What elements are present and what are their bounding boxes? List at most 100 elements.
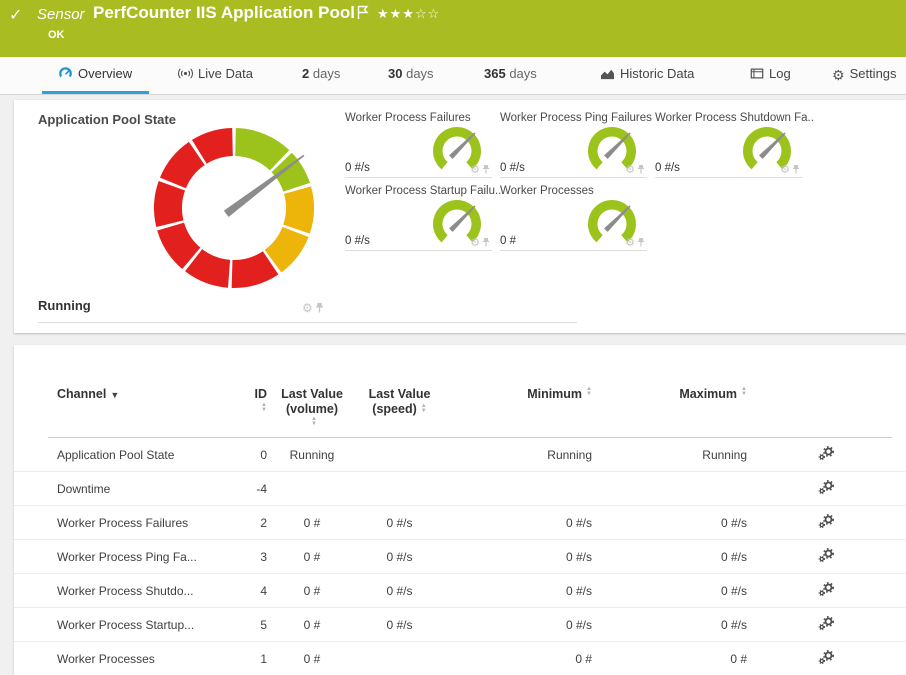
cell-last-speed: 0 #/s — [357, 618, 442, 632]
col-header-channel[interactable]: Channel▼ — [57, 387, 247, 401]
gear-icon[interactable]: ⚙ — [625, 164, 635, 176]
table-row[interactable]: Worker Process Ping Fa...30 #0 #/s0 #/s0… — [14, 540, 906, 574]
sort-caret-icon: ▼ — [110, 390, 119, 400]
channel-settings-gears-icon[interactable] — [818, 552, 835, 566]
channel-settings-gears-icon[interactable] — [818, 484, 835, 498]
cell-maximum: 0 #/s — [592, 516, 747, 530]
sensor-status-bar: ✓ Sensor PerfCounter IIS Application Poo… — [0, 0, 906, 57]
gauge-tile-icons: ⚙ — [470, 237, 490, 249]
table-row[interactable]: Worker Process Startup...50 #0 #/s0 #/s0… — [14, 608, 906, 642]
gear-icon[interactable]: ⚙ — [470, 164, 480, 176]
tab-historic-data[interactable]: Historic Data — [600, 66, 694, 83]
cell-channel: Worker Process Startup... — [57, 618, 247, 632]
channel-settings-gears-icon[interactable] — [818, 518, 835, 532]
cell-last-volume: 0 # — [267, 652, 357, 666]
gear-icon[interactable]: ⚙ — [780, 164, 790, 176]
gear-icon: ⚙ — [832, 67, 845, 84]
table-row[interactable]: Application Pool State0RunningRunningRun… — [14, 438, 906, 472]
channel-table-card: Channel▼ ID▲▼ Last Value(volume)▲▼ Last … — [14, 345, 906, 675]
table-row[interactable]: Worker Processes10 #0 #0 # — [14, 642, 906, 675]
tab-live-data[interactable]: Live Data — [178, 66, 253, 83]
area-chart-icon — [600, 67, 615, 83]
sort-icon: ▲▼ — [421, 404, 427, 414]
tab-30-days-label: days — [406, 66, 433, 81]
col-header-maximum[interactable]: Maximum▲▼ — [592, 387, 747, 401]
gauge-tile-value: 0 #/s — [345, 162, 370, 174]
gauge-segment-yellow — [283, 186, 314, 233]
pin-icon[interactable] — [635, 237, 645, 249]
gauge-tile-icons: ⚙ — [470, 164, 490, 176]
gauge-tile-title: Worker Processes — [500, 185, 594, 197]
gauge-tile-0[interactable]: Worker Process Failures0 #/s⚙ — [345, 112, 492, 178]
gear-icon[interactable]: ⚙ — [302, 301, 313, 315]
table-row[interactable]: Worker Process Shutdo...40 #0 #/s0 #/s0 … — [14, 574, 906, 608]
cell-channel: Worker Process Ping Fa... — [57, 550, 247, 564]
tab-overview[interactable]: Overview — [58, 66, 132, 83]
col-header-minimum[interactable]: Minimum▲▼ — [442, 387, 592, 401]
cell-maximum: Running — [592, 448, 747, 462]
sort-icon: ▲▼ — [741, 387, 747, 397]
gauge-tile-value: 0 #/s — [345, 235, 370, 247]
channel-settings-gears-icon[interactable] — [818, 620, 835, 634]
col-header-id[interactable]: ID▲▼ — [247, 387, 267, 415]
cell-id: 1 — [247, 652, 267, 666]
channel-settings-gears-icon[interactable] — [818, 654, 835, 668]
tab-overview-label: Overview — [78, 66, 132, 81]
gear-icon[interactable]: ⚙ — [625, 237, 635, 249]
channel-settings-gears-icon[interactable] — [818, 450, 835, 464]
ok-check-icon: ✓ — [9, 5, 22, 25]
pin-icon[interactable] — [313, 301, 324, 315]
overview-gauges-card: Application Pool State Running ⚙ Worker … — [14, 100, 906, 333]
cell-last-volume: 0 # — [267, 550, 357, 564]
tab-30-days[interactable]: 30 days — [388, 66, 434, 81]
cell-id: 5 — [247, 618, 267, 632]
gauge-tile-4[interactable]: Worker Processes0 #⚙ — [500, 185, 647, 251]
tab-30-days-number: 30 — [388, 66, 402, 81]
col-header-last-speed[interactable]: Last Value(speed)▲▼ — [357, 387, 442, 417]
gear-icon[interactable]: ⚙ — [470, 237, 480, 249]
tab-bar: Overview Live Data 2 days 30 days 365 da… — [0, 57, 906, 95]
tab-365-days-number: 365 — [484, 66, 506, 81]
tab-live-data-label: Live Data — [198, 66, 253, 81]
cell-id: -4 — [247, 482, 267, 496]
cell-channel: Worker Processes — [57, 652, 247, 666]
pin-icon[interactable] — [480, 164, 490, 176]
tab-settings[interactable]: ⚙Settings — [832, 66, 897, 84]
gauge-tile-1[interactable]: Worker Process Ping Failures0 #/s⚙ — [500, 112, 647, 178]
tab-2-days[interactable]: 2 days — [302, 66, 340, 81]
application-pool-state-gauge[interactable] — [148, 122, 320, 294]
cell-id: 2 — [247, 516, 267, 530]
gauge-tile-value: 0 #/s — [655, 162, 680, 174]
tab-log[interactable]: Log — [750, 66, 791, 83]
active-tab-indicator — [42, 91, 149, 94]
gauge-tile-3[interactable]: Worker Process Startup Failu...0 #/s⚙ — [345, 185, 492, 251]
main-tile-icons: ⚙ — [302, 302, 324, 314]
tab-historic-data-label: Historic Data — [620, 66, 694, 81]
cell-minimum: 0 #/s — [442, 618, 592, 632]
col-header-last-volume[interactable]: Last Value(volume)▲▼ — [267, 387, 357, 427]
main-gauge-value: Running — [38, 298, 91, 313]
cell-minimum: 0 #/s — [442, 516, 592, 530]
channel-settings-gears-icon[interactable] — [818, 586, 835, 600]
priority-stars[interactable]: ★★★☆☆ — [377, 6, 440, 22]
cell-id: 3 — [247, 550, 267, 564]
cell-last-speed: 0 #/s — [357, 516, 442, 530]
cell-last-speed: 0 #/s — [357, 550, 442, 564]
pin-icon[interactable] — [635, 164, 645, 176]
gauge-tile-2[interactable]: Worker Process Shutdown Fa...0 #/s⚙ — [655, 112, 802, 178]
tab-365-days[interactable]: 365 days — [484, 66, 537, 81]
table-row[interactable]: Downtime-4 — [14, 472, 906, 506]
priority-flag-icon[interactable] — [357, 5, 369, 25]
pin-icon[interactable] — [480, 237, 490, 249]
table-row[interactable]: Worker Process Failures20 #0 #/s0 #/s0 #… — [14, 506, 906, 540]
cell-minimum: Running — [442, 448, 592, 462]
main-tile-underline — [38, 322, 577, 323]
cell-minimum: 0 #/s — [442, 550, 592, 564]
cell-channel: Downtime — [57, 482, 247, 496]
cell-last-volume: 0 # — [267, 584, 357, 598]
tab-365-days-label: days — [509, 66, 536, 81]
gauge-segment-red — [154, 181, 185, 227]
sort-icon: ▲▼ — [311, 417, 317, 427]
pin-icon[interactable] — [790, 164, 800, 176]
gauge-tile-value: 0 #/s — [500, 162, 525, 174]
